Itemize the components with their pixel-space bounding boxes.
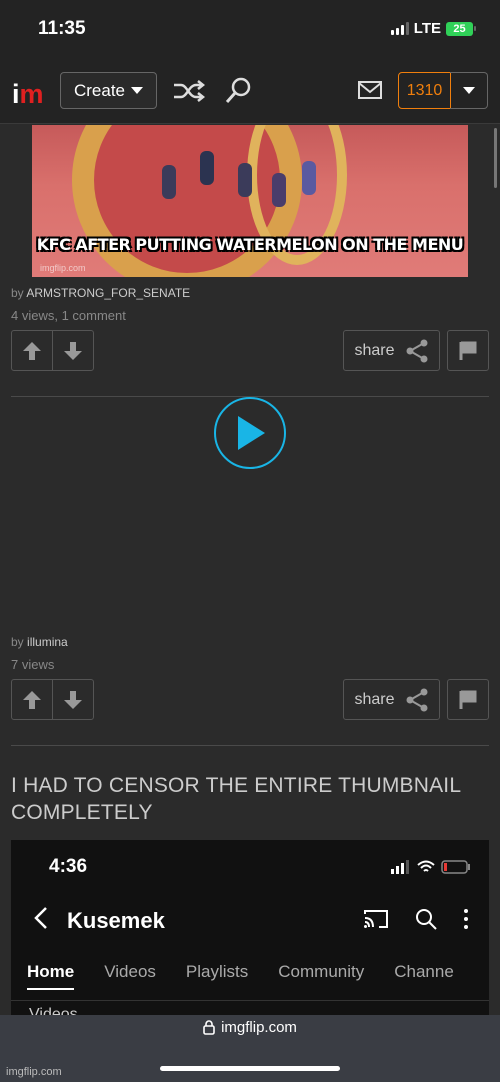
battery-icon: 25 — [446, 21, 476, 36]
tab-channels: Channe — [394, 962, 454, 981]
down-arrow-icon — [64, 690, 82, 709]
screenshot-status-icons — [391, 860, 471, 874]
status-bar: 11:35 LTE 25 — [0, 0, 500, 60]
back-arrow-icon — [34, 907, 47, 929]
create-label: Create — [73, 80, 126, 100]
caret-down-icon — [462, 87, 475, 94]
user-menu-dropdown[interactable] — [450, 72, 488, 109]
tab-playlists: Playlists — [185, 962, 249, 981]
flag-button[interactable] — [447, 679, 489, 720]
points-counter[interactable]: 1310 — [398, 72, 451, 109]
embedded-screenshot[interactable]: 4:36 Kusemek Home Videos Playlists Commu… — [11, 840, 489, 1015]
site-header: im Create 1310 — [0, 60, 500, 124]
share-icon — [406, 339, 428, 362]
share-icon — [406, 688, 428, 711]
vote-buttons — [11, 330, 94, 371]
search-icon — [416, 909, 437, 930]
flag-button[interactable] — [447, 330, 489, 371]
status-indicators: LTE 25 — [390, 20, 476, 37]
video-play-button[interactable] — [214, 397, 286, 469]
battery-icon — [441, 860, 470, 874]
post-divider — [11, 745, 489, 746]
browser-bar: imgflip.com imgflip.com — [0, 1015, 500, 1082]
upvote-button[interactable] — [12, 331, 53, 370]
mail-icon[interactable] — [357, 80, 383, 100]
share-button[interactable]: share — [343, 330, 440, 371]
post-stats: 4 views, 1 comment — [11, 308, 126, 323]
more-vertical-icon — [464, 909, 468, 929]
downvote-button[interactable] — [53, 680, 93, 719]
up-arrow-icon — [23, 690, 41, 709]
meme-feed: KFC AFTER PUTTING WATERMELON ON THE MENU… — [0, 125, 500, 1015]
create-button[interactable]: Create — [60, 72, 157, 109]
share-button[interactable]: share — [343, 679, 440, 720]
channel-name: Kusemek — [67, 908, 165, 933]
flag-icon — [459, 341, 477, 360]
share-label: share — [354, 690, 395, 708]
flag-icon — [459, 690, 477, 709]
lock-icon — [203, 1020, 215, 1035]
cellular-signal-icon — [391, 860, 409, 874]
screenshot-toolbar-icons — [363, 908, 469, 930]
shuffle-icon[interactable] — [172, 78, 206, 104]
downvote-button[interactable] — [53, 331, 93, 370]
post-title[interactable]: I HAD TO CENSOR THE ENTIRE THUMBNAIL COM… — [11, 772, 481, 826]
meme-image[interactable]: KFC AFTER PUTTING WATERMELON ON THE MENU… — [32, 125, 468, 277]
tab-community: Community — [278, 962, 365, 981]
network-type: LTE — [413, 20, 441, 37]
down-arrow-icon — [64, 341, 82, 360]
battery-level: 25 — [446, 21, 473, 36]
url-text: imgflip.com — [221, 1019, 297, 1036]
screenshot-tabs: Home Videos Playlists Community Channe — [27, 962, 454, 990]
author-link[interactable]: illumina — [27, 635, 68, 649]
address-bar[interactable]: imgflip.com — [0, 1019, 500, 1036]
author-link[interactable]: ARMSTRONG_FOR_SENATE — [26, 286, 190, 300]
status-time: 11:35 — [38, 18, 86, 39]
meme-caption: KFC AFTER PUTTING WATERMELON ON THE MENU — [36, 235, 464, 254]
screenshot-section-title: Videos — [29, 1006, 78, 1015]
post-byline: by ARMSTRONG_FOR_SENATE — [11, 286, 191, 300]
tab-home: Home — [27, 962, 75, 990]
vote-buttons — [11, 679, 94, 720]
screenshot-time: 4:36 — [49, 856, 88, 877]
tab-videos: Videos — [104, 962, 156, 981]
wifi-icon — [417, 860, 435, 872]
post-byline: by illumina — [11, 635, 68, 649]
home-indicator[interactable] — [160, 1066, 340, 1071]
up-arrow-icon — [23, 341, 41, 360]
caret-down-icon — [131, 87, 144, 94]
cast-icon — [364, 910, 388, 928]
imgflip-watermark: imgflip.com — [6, 1066, 62, 1078]
image-watermark: imgflip.com — [40, 263, 86, 273]
post-stats: 7 views — [11, 657, 55, 672]
imgflip-logo[interactable]: im — [12, 76, 44, 108]
search-icon[interactable] — [224, 76, 252, 106]
cellular-signal-icon — [390, 22, 409, 35]
upvote-button[interactable] — [12, 680, 53, 719]
share-label: share — [354, 341, 395, 359]
play-icon — [238, 416, 265, 450]
